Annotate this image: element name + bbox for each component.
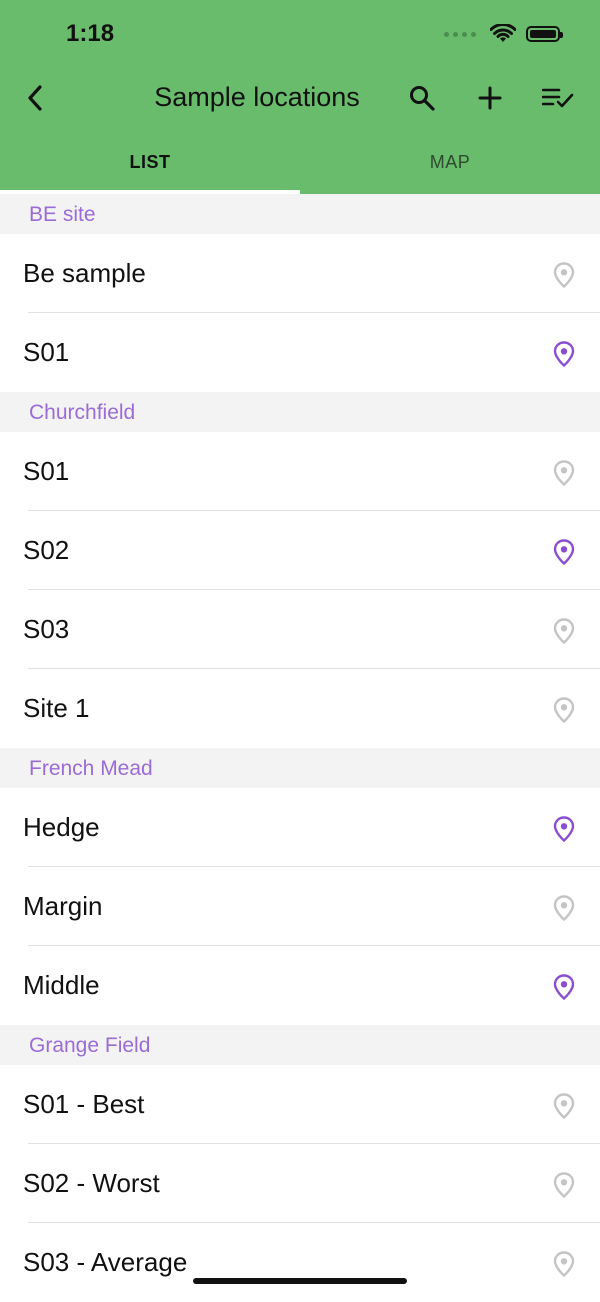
location-pin-empty-icon bbox=[553, 895, 575, 922]
location-pin-empty-icon bbox=[553, 262, 575, 289]
list-item[interactable]: S02 - Worst bbox=[0, 1144, 600, 1223]
nav-bar: Sample locations bbox=[0, 70, 600, 126]
locations-list: BE site Be sample S01 Churchfield S01 S02 S03 S… bbox=[0, 194, 600, 1302]
section-header: Churchfield bbox=[0, 392, 600, 432]
list-item[interactable]: S01 - Best bbox=[0, 1065, 600, 1144]
app-header: 1:18 Sample locations LIST MAP bbox=[0, 0, 600, 194]
list-item-label: S03 bbox=[23, 614, 70, 644]
location-pin-set-icon bbox=[553, 974, 575, 1001]
list-item[interactable]: S03 bbox=[0, 590, 600, 669]
list-item[interactable]: S03 - Average bbox=[0, 1223, 600, 1302]
location-pin-empty-icon bbox=[553, 1172, 575, 1199]
plus-icon bbox=[478, 86, 502, 110]
status-bar: 1:18 bbox=[0, 0, 600, 70]
list-item[interactable]: S01 bbox=[0, 313, 600, 392]
battery-icon bbox=[526, 26, 563, 42]
status-time: 1:18 bbox=[66, 20, 115, 47]
list-item[interactable]: Be sample bbox=[0, 234, 600, 313]
home-indicator bbox=[193, 1278, 407, 1284]
list-item-label: S01 bbox=[23, 337, 70, 367]
location-pin-empty-icon bbox=[553, 697, 575, 724]
location-pin-set-icon bbox=[553, 539, 575, 566]
list-item[interactable]: Hedge bbox=[0, 788, 600, 867]
list-item[interactable]: Middle bbox=[0, 946, 600, 1025]
section-header: French Mead bbox=[0, 748, 600, 788]
wifi-icon bbox=[490, 24, 516, 42]
checklist-icon bbox=[542, 88, 574, 108]
list-item[interactable]: Margin bbox=[0, 867, 600, 946]
list-item-label: S02 - Worst bbox=[23, 1168, 160, 1198]
search-button[interactable] bbox=[402, 78, 442, 118]
tab-bar: LIST MAP bbox=[0, 136, 600, 194]
tab-map[interactable]: MAP bbox=[300, 136, 600, 194]
location-pin-set-icon bbox=[553, 341, 575, 368]
list-item-label: S03 - Average bbox=[23, 1247, 188, 1277]
location-pin-empty-icon bbox=[553, 1251, 575, 1278]
search-icon bbox=[410, 86, 435, 111]
list-item[interactable]: S01 bbox=[0, 432, 600, 511]
section-header: Grange Field bbox=[0, 1025, 600, 1065]
list-item-label: Margin bbox=[23, 891, 103, 921]
list-item[interactable]: Site 1 bbox=[0, 669, 600, 748]
location-pin-empty-icon bbox=[553, 618, 575, 645]
list-item-label: Site 1 bbox=[23, 693, 90, 723]
list-item-label: S02 bbox=[23, 535, 70, 565]
list-item-label: S01 - Best bbox=[23, 1089, 145, 1119]
list-item-label: Be sample bbox=[23, 258, 146, 288]
list-item-label: Middle bbox=[23, 970, 100, 1000]
status-icons bbox=[444, 24, 563, 44]
list-item-label: Hedge bbox=[23, 812, 100, 842]
location-pin-set-icon bbox=[553, 816, 575, 843]
list-item-label: S01 bbox=[23, 456, 70, 486]
location-pin-empty-icon bbox=[553, 460, 575, 487]
cellular-signal-icon bbox=[444, 31, 476, 37]
nav-actions bbox=[402, 78, 578, 118]
location-pin-empty-icon bbox=[553, 1093, 575, 1120]
add-button[interactable] bbox=[470, 78, 510, 118]
sort-button[interactable] bbox=[538, 78, 578, 118]
section-header: BE site bbox=[0, 194, 600, 234]
tab-list[interactable]: LIST bbox=[0, 136, 300, 194]
list-item[interactable]: S02 bbox=[0, 511, 600, 590]
